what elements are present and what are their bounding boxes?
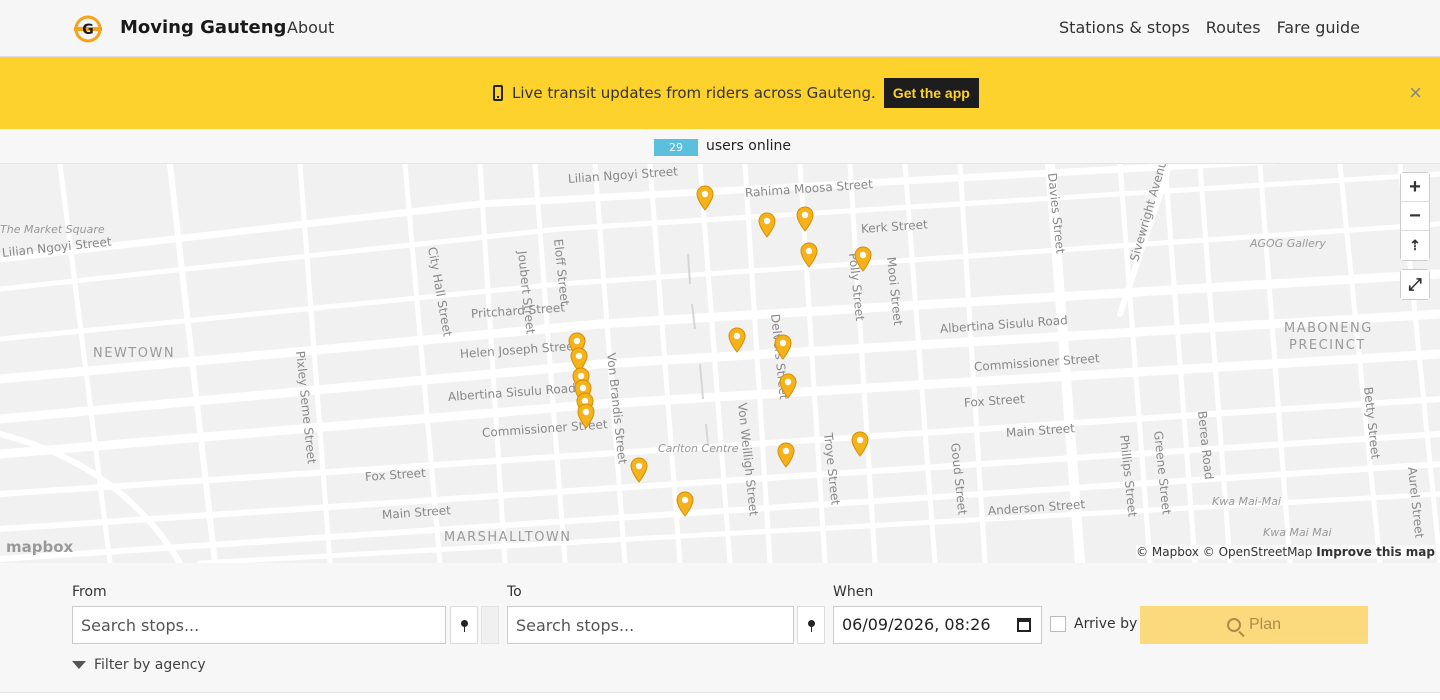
poi-label: AGOG Gallery bbox=[1250, 237, 1326, 250]
stop-marker-pin-icon[interactable] bbox=[774, 334, 792, 360]
mapbox-attribution-link[interactable]: © Mapbox bbox=[1136, 545, 1199, 559]
mobile-phone-icon bbox=[493, 85, 503, 101]
users-online-count-badge: 29 bbox=[654, 139, 698, 156]
svg-text:G: G bbox=[82, 22, 94, 38]
arrive-by-checkbox[interactable] bbox=[1050, 616, 1066, 632]
nav-routes-link[interactable]: Routes bbox=[1206, 18, 1261, 37]
stop-marker-pin-icon[interactable] bbox=[854, 246, 872, 272]
stop-marker-pin-icon[interactable] bbox=[630, 457, 648, 483]
filter-funnel-icon bbox=[72, 661, 86, 669]
poi-label: The Market Square bbox=[0, 223, 105, 236]
datetime-input[interactable]: 06/09/2026, 08:26 bbox=[833, 606, 1042, 644]
from-label: From bbox=[72, 584, 107, 600]
plan-label: Plan bbox=[1248, 616, 1282, 633]
main-nav: Stations & stops Routes Fare guide bbox=[1059, 18, 1360, 37]
brand-name[interactable]: Moving Gauteng bbox=[120, 17, 286, 38]
stop-marker-pin-icon[interactable] bbox=[728, 327, 746, 353]
stop-marker-pin-icon[interactable] bbox=[676, 491, 694, 517]
zoom-out-button[interactable]: − bbox=[1401, 202, 1429, 231]
arrive-by-label: Arrive by bbox=[1074, 616, 1138, 632]
nav-stations-stops-link[interactable]: Stations & stops bbox=[1059, 18, 1190, 37]
plan-button[interactable]: Plan bbox=[1140, 606, 1368, 644]
filter-label: Filter by agency bbox=[94, 657, 206, 673]
from-search-input[interactable] bbox=[72, 606, 446, 644]
stop-marker-pin-icon[interactable] bbox=[777, 442, 795, 468]
district-label: NEWTOWN bbox=[93, 346, 176, 361]
fullscreen-control: ⤢ bbox=[1400, 269, 1430, 300]
calendar-icon[interactable] bbox=[1017, 618, 1031, 632]
map-attribution: © Mapbox © OpenStreetMap Improve this ma… bbox=[1136, 545, 1435, 559]
to-location-pin-icon[interactable] bbox=[797, 606, 825, 644]
stop-marker-pin-icon[interactable] bbox=[577, 403, 595, 429]
get-the-app-button[interactable]: Get the app bbox=[883, 78, 979, 108]
district-label: MABONENG bbox=[1284, 321, 1373, 336]
banner-close-icon[interactable]: × bbox=[1409, 82, 1422, 104]
top-navbar: G Moving Gauteng About Stations & stops … bbox=[0, 0, 1440, 57]
zoom-controls: + − ⇡ bbox=[1400, 172, 1430, 261]
to-label: To bbox=[507, 584, 522, 600]
search-icon bbox=[1226, 618, 1241, 632]
osm-attribution-link[interactable]: © OpenStreetMap bbox=[1203, 545, 1313, 559]
banner-content: Live transit updates from riders across … bbox=[493, 78, 979, 108]
banner-text: Live transit updates from riders across … bbox=[512, 84, 876, 102]
trip-planner-form: From To When 06/09/2026, 08:26 Arrive by… bbox=[0, 563, 1440, 693]
users-online-bar: 29 users online bbox=[0, 129, 1440, 164]
stop-marker-pin-icon[interactable] bbox=[779, 373, 797, 399]
stop-marker-pin-icon[interactable] bbox=[696, 185, 714, 211]
stop-marker-pin-icon[interactable] bbox=[796, 206, 814, 232]
nav-about-link[interactable]: About bbox=[287, 18, 334, 37]
poi-label: Kwa Mai Mai bbox=[1263, 526, 1332, 539]
zoom-in-button[interactable]: + bbox=[1401, 173, 1429, 202]
fullscreen-icon[interactable]: ⤢ bbox=[1401, 270, 1429, 299]
stop-marker-pin-icon[interactable] bbox=[800, 242, 818, 268]
district-label: MARSHALLTOWN bbox=[444, 530, 572, 545]
stop-marker-pin-icon[interactable] bbox=[758, 212, 776, 238]
stop-marker-pin-icon[interactable] bbox=[851, 431, 869, 457]
nav-fare-guide-link[interactable]: Fare guide bbox=[1277, 18, 1360, 37]
swap-placeholder-button[interactable] bbox=[481, 606, 499, 644]
district-label: PRECINCT bbox=[1289, 338, 1366, 353]
when-label: When bbox=[833, 584, 874, 600]
users-online-label: users online bbox=[706, 138, 791, 154]
app-promo-banner: Live transit updates from riders across … bbox=[0, 57, 1440, 129]
mapbox-logo[interactable]: mapbox bbox=[6, 538, 73, 556]
to-search-input[interactable] bbox=[507, 606, 794, 644]
poi-label: Kwa Mai-Mai bbox=[1212, 495, 1281, 508]
filter-by-agency-toggle[interactable]: Filter by agency bbox=[72, 657, 206, 673]
datetime-value: 06/09/2026, 08:26 bbox=[842, 615, 991, 634]
moving-gauteng-logo-icon[interactable]: G bbox=[73, 14, 103, 44]
improve-map-link[interactable]: Improve this map bbox=[1316, 545, 1435, 559]
map-canvas[interactable]: Lilian Ngoyi Street Rahima Moosa Street … bbox=[0, 164, 1440, 563]
from-location-pin-icon[interactable] bbox=[450, 606, 478, 644]
poi-label: Carlton Centre bbox=[658, 442, 739, 455]
compass-reset-north-icon[interactable]: ⇡ bbox=[1401, 231, 1429, 260]
